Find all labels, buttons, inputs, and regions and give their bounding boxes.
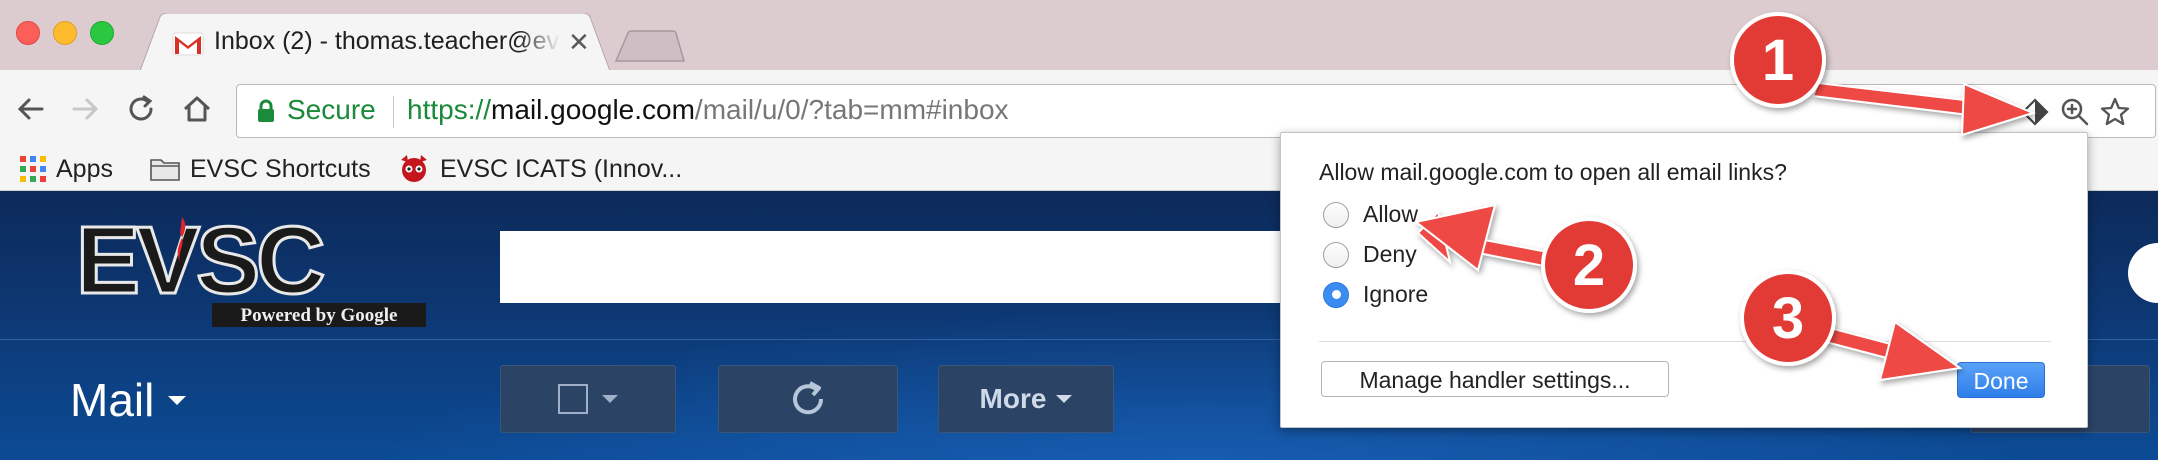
icats-logo-icon: [398, 154, 430, 184]
zoom-button[interactable]: [2059, 96, 2091, 128]
bookmark-label: Apps: [56, 154, 113, 183]
tab-inbox[interactable]: Inbox (2) - thomas.teacher@evsc.k12.in.u…: [140, 13, 610, 71]
star-icon: [2100, 97, 2130, 126]
radio-button-checked-icon: [1323, 281, 1349, 308]
zoom-in-icon: [2061, 98, 2089, 126]
mail-search-input[interactable]: [500, 231, 1300, 303]
popup-title: Allow mail.google.com to open all email …: [1319, 159, 1787, 185]
checkbox-icon: [558, 384, 588, 414]
select-checkbox-button[interactable]: [500, 365, 676, 433]
window-maximize-button[interactable]: [90, 21, 114, 45]
bookmark-apps[interactable]: Apps: [20, 147, 113, 191]
url-scheme: https://: [407, 94, 492, 125]
logo-tagline: Powered by Google: [241, 305, 398, 326]
protocol-handler-popup: Allow mail.google.com to open all email …: [1280, 132, 2088, 428]
tab-close-icon[interactable]: ✕: [568, 29, 590, 55]
radio-label: Deny: [1363, 241, 1417, 267]
gmail-favicon-icon: [172, 32, 204, 56]
mail-label: Mail: [70, 374, 155, 426]
more-button[interactable]: More: [938, 365, 1114, 433]
window-close-button[interactable]: [16, 21, 40, 45]
back-button[interactable]: [14, 92, 48, 126]
secure-label[interactable]: Secure: [287, 94, 376, 126]
radio-deny[interactable]: Deny: [1323, 241, 1417, 268]
new-tab-button[interactable]: [614, 30, 686, 62]
radio-label: Ignore: [1363, 281, 1429, 307]
evsc-logo: EVSC Powered by Google: [75, 211, 426, 327]
logo-text: EVSC: [76, 211, 323, 314]
bookmark-label: EVSC ICATS (Innov...: [440, 154, 683, 183]
mail-menu[interactable]: Mail: [70, 373, 187, 427]
folder-icon: [150, 157, 180, 181]
refresh-icon: [793, 381, 824, 415]
bookmark-evsc-shortcuts[interactable]: EVSC Shortcuts: [150, 147, 371, 191]
radio-ignore[interactable]: Ignore: [1323, 281, 1428, 308]
home-button[interactable]: [180, 92, 214, 126]
url-text[interactable]: https://mail.google.com/mail/u/0/?tab=mm…: [407, 94, 1009, 126]
bookmark-star-button[interactable]: [2099, 96, 2131, 128]
reload-icon: [129, 95, 153, 121]
done-button[interactable]: Done: [1957, 362, 2045, 398]
omnibox-divider: [393, 96, 394, 128]
url-path: /mail/u/0/?tab=mm#inbox: [694, 94, 1009, 125]
tab-strip: Inbox (2) - thomas.teacher@evsc.k12.in.u…: [0, 0, 2158, 71]
back-arrow-icon: [17, 98, 44, 120]
forward-arrow-icon: [72, 98, 99, 120]
forward-button[interactable]: [68, 92, 102, 126]
radio-button-icon: [1323, 201, 1349, 228]
bookmark-evsc-icats[interactable]: EVSC ICATS (Innov...: [398, 147, 682, 191]
chevron-down-icon: [168, 395, 187, 405]
reload-button[interactable]: [124, 92, 158, 126]
bookmark-label: EVSC Shortcuts: [190, 154, 371, 183]
more-label: More: [979, 383, 1047, 414]
refresh-button[interactable]: [718, 365, 898, 433]
apps-grid-icon: [20, 156, 46, 182]
manage-handler-settings-button[interactable]: Manage handler settings...: [1321, 361, 1669, 397]
tab-title: Inbox (2) - thomas.teacher@evsc.k12.in.u…: [214, 27, 560, 55]
radio-allow[interactable]: Allow: [1323, 201, 1418, 228]
protocol-handler-button[interactable]: [2019, 96, 2051, 128]
home-icon: [183, 96, 211, 122]
window-minimize-button[interactable]: [53, 21, 77, 45]
lock-icon: [258, 99, 274, 122]
radio-button-icon: [1323, 241, 1349, 268]
chevron-down-icon: [602, 395, 618, 403]
url-host: mail.google.com: [491, 94, 695, 125]
protocol-handler-icon: [2021, 98, 2049, 126]
popup-divider: [1319, 341, 2051, 342]
chevron-down-icon: [1056, 395, 1073, 403]
address-bar[interactable]: Secure https://mail.google.com/mail/u/0/…: [236, 84, 2156, 138]
radio-label: Allow: [1363, 201, 1418, 227]
